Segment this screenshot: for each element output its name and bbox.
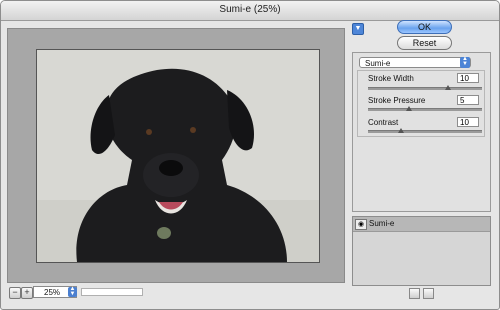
stroke-pressure-field[interactable]: 5 [457,95,479,105]
filter-dialog: Sumi-e (25%) − + 25% ▲ ▼ ▼ OK Reset Sumi… [0,0,500,310]
filter-select-value: Sumi-e [365,59,391,68]
collapse-gallery-button[interactable]: ▼ [352,23,364,35]
preview-area[interactable] [7,28,345,283]
zoom-out-button[interactable]: − [9,287,21,299]
eye-icon[interactable]: ◉ [355,219,367,230]
contrast-slider-thumb[interactable] [398,128,405,133]
stroke-pressure-slider[interactable] [368,108,482,111]
dog-photo [37,50,319,262]
new-effect-layer-icon[interactable] [409,288,420,299]
contrast-slider[interactable] [368,130,482,133]
zoom-menu-arrow[interactable]: ▲ ▼ [68,286,77,297]
effect-layer-name: Sumi-e [369,219,395,228]
stroke-width-slider-thumb[interactable] [444,85,451,90]
stroke-pressure-slider-thumb[interactable] [406,106,413,111]
parameter-group: Stroke Width 10 Stroke Pressure 5 Contra… [357,70,485,137]
filter-select[interactable]: Sumi-e ▲ ▼ [359,56,471,68]
contrast-field[interactable]: 10 [457,117,479,127]
window-title: Sumi-e (25%) [219,4,281,15]
preview-image[interactable] [36,49,320,263]
title-bar[interactable]: Sumi-e (25%) [1,1,499,21]
ok-button[interactable]: OK [397,20,452,34]
preview-scrollbar[interactable] [81,288,143,296]
contrast-label: Contrast [368,118,399,127]
effect-layers-panel: ◉ Sumi-e [352,216,491,286]
reset-button[interactable]: Reset [397,36,452,50]
stroke-pressure-label: Stroke Pressure [368,96,426,105]
zoom-bar: − + 25% ▲ ▼ [7,286,345,300]
stroke-width-label: Stroke Width [368,74,414,83]
delete-effect-layer-icon[interactable] [423,288,434,299]
filter-settings-panel: Sumi-e ▲ ▼ Stroke Width 10 Stroke Pressur… [352,52,491,212]
effect-layer-row[interactable]: ◉ Sumi-e [353,217,490,232]
zoom-in-button[interactable]: + [21,287,33,299]
stroke-width-slider[interactable] [368,87,482,90]
stroke-width-field[interactable]: 10 [457,73,479,83]
chevron-updown-icon: ▲ ▼ [460,56,470,68]
